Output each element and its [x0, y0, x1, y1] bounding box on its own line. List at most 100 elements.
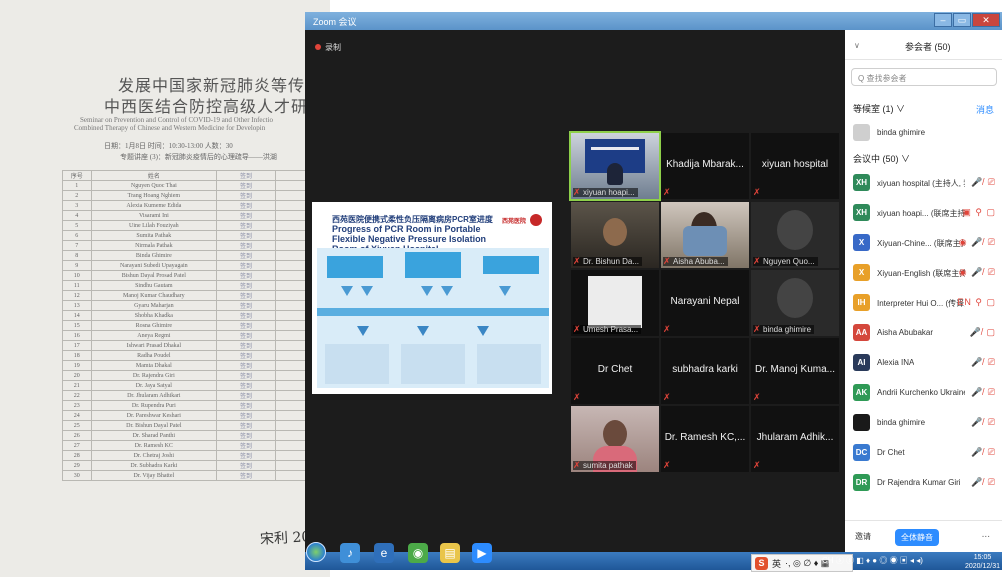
participant-status-icons[interactable]: 🎤̸ ⎚	[971, 417, 996, 428]
window-controls: – ▭ ✕	[934, 13, 1000, 27]
participant-tile[interactable]: subhadra karki ✗	[661, 338, 749, 404]
participant-row[interactable]: X Xiyuan-Chine... (联席主持人)◉ 🎤̸ ⎚	[845, 230, 1002, 256]
participant-tile[interactable]: Khadija Mbarak... ✗	[661, 133, 749, 199]
app-icon[interactable]: ♪	[340, 543, 360, 563]
attendance-name: Nirmala Pathak	[90, 240, 218, 251]
flow-arrow-icon	[441, 286, 453, 296]
attendance-row: 6 Sumita Pathak 签到	[62, 230, 330, 241]
attendance-name: Bishun Dayal Prosad Patel	[90, 270, 218, 281]
sheet-english-title-1: Seminar on Prevention and Control of COV…	[80, 116, 274, 124]
zoom-taskbar-icon[interactable]: ▶	[472, 543, 492, 563]
browser-icon[interactable]: ◉	[408, 543, 428, 563]
participant-status-icons[interactable]: 🎤̸ ⎚	[971, 177, 996, 188]
attendance-name: Dr. Sharad Panthi	[90, 430, 218, 441]
waiting-room-header[interactable]: 等候室 (1) ∨	[853, 102, 905, 115]
participant-row[interactable]: DC Dr Chet 🎤̸ ⎚	[845, 440, 1002, 466]
maximize-icon[interactable]: ▭	[953, 13, 971, 27]
participant-tile[interactable]: binda ghimire ✗	[751, 270, 839, 336]
participant-status-icons[interactable]: ◉ 🎤̸ ⎚	[959, 267, 996, 278]
taskbar-clock[interactable]: 15:05 2020/12/31	[963, 553, 1002, 571]
attendance-no: 16	[62, 330, 92, 341]
slide-logo-text: 西苑医院	[501, 219, 526, 225]
attendance-name: Shobha Khadka	[90, 310, 218, 321]
participant-status-icons[interactable]: 🎤̸ ⎚	[971, 387, 996, 398]
participant-tile[interactable]: Aisha Abuba... ✗	[661, 202, 749, 268]
participant-tile[interactable]: xiyuan hospital ✗	[751, 133, 839, 199]
close-icon[interactable]: ✕	[972, 13, 1000, 27]
invite-button[interactable]: 邀请	[855, 531, 871, 542]
attendance-sign: 签到	[216, 370, 276, 381]
participant-row[interactable]: IH Interpreter Hui O... (传译员)EN ⚲ ▢	[845, 290, 1002, 316]
in-meeting-header[interactable]: 会议中 (50) ∨	[853, 152, 910, 165]
participant-row[interactable]: AK Andrii Kurchenko Ukraine 🎤̸ ⎚	[845, 380, 1002, 406]
attendance-no: 20	[62, 370, 92, 381]
participant-tile[interactable]: Dr Chet ✗	[571, 338, 659, 404]
tile-name: xiyuan hospital	[761, 159, 829, 170]
attendance-row: 5 Uine Lilah Fouziyah 签到	[62, 220, 330, 231]
zoom-window: Zoom 会议 – ▭ ✕ 录制 西苑医院便携式柔性负压隔离病房PCR室进度 P…	[305, 12, 1002, 570]
participant-status-icons[interactable]: 🎤̸ ▢	[970, 327, 996, 338]
participant-search-input[interactable]: Q 查找参会者	[851, 68, 997, 86]
attendance-row: 2 Trang Hoang Nghiem 签到	[62, 190, 330, 201]
participant-tile[interactable]: Narayani Nepal ✗	[661, 270, 749, 336]
attendance-no: 8	[62, 250, 92, 261]
participant-row[interactable]: AA Aisha Abubakar 🎤̸ ▢	[845, 320, 1002, 346]
start-button[interactable]	[306, 542, 326, 562]
participant-tile[interactable]: Dr. Ramesh KC,... ✗	[661, 406, 749, 472]
participant-tile[interactable]: Nguyen Quo... ✗	[751, 202, 839, 268]
attendance-no: 14	[62, 310, 92, 321]
attendance-row: 9 Narayani Subedi Upayagain 签到	[62, 260, 330, 271]
flow-arrow-icon	[417, 326, 429, 336]
attendance-name: Visarami Ini	[90, 210, 218, 221]
participant-status-icons[interactable]: EN ⚲ ▢	[957, 297, 996, 308]
attendance-name: Narayani Subedi Upayagain	[90, 260, 218, 271]
attendance-no: 18	[62, 350, 92, 361]
attendance-name: Dr. Jaya Satyal	[90, 380, 218, 391]
participant-row[interactable]: XH xiyuan hoapi... (联席主持人)▣ ⚲ ▢	[845, 200, 1002, 226]
participant-tile[interactable]: Umesh Prasa... ✗	[571, 270, 659, 336]
participant-row[interactable]: XH xiyuan hospital (主持人, 我) 🎤̸ ⎚	[845, 170, 1002, 196]
avatar: X	[853, 234, 870, 251]
participant-status-icons[interactable]: 🎤̸ ⎚	[971, 357, 996, 368]
waiting-participant-row[interactable]: binda ghimire	[845, 120, 1002, 146]
attendance-sign: 签到	[216, 330, 276, 341]
participant-status-icons[interactable]: ▣ ⚲ ▢	[962, 207, 996, 218]
col-header-sign: 签到	[216, 170, 276, 181]
attendance-sign: 签到	[216, 280, 276, 291]
attendance-name: Dr. Pareshwar Keshari	[90, 410, 218, 421]
participant-status-icons[interactable]: 🎤̸ ⎚	[971, 477, 996, 488]
participant-name: Xiyuan-Chine... (联席主持人)	[877, 239, 965, 248]
message-button[interactable]: 消息	[976, 103, 994, 116]
participant-row[interactable]: binda ghimire 🎤̸ ⎚	[845, 410, 1002, 436]
attendance-sign: 签到	[216, 240, 276, 251]
minimize-icon[interactable]: –	[934, 13, 952, 27]
folder-icon[interactable]: ▤	[440, 543, 460, 563]
participant-tile[interactable]: Dr. Manoj Kuma... ✗	[751, 338, 839, 404]
participant-row[interactable]: DR Dr Rajendra Kumar Giri 🎤̸ ⎚	[845, 470, 1002, 496]
attendance-no: 5	[62, 220, 92, 231]
attendance-name: Dr. Chetraj Joshi	[90, 450, 218, 461]
attendance-no: 25	[62, 420, 92, 431]
attendance-no: 4	[62, 210, 92, 221]
ie-browser-icon[interactable]: e	[374, 543, 394, 563]
recording-indicator[interactable]: 录制	[315, 42, 341, 53]
mute-all-button[interactable]: 全体静音	[895, 529, 939, 546]
participant-row[interactable]: AI Alexia INA 🎤̸ ⎚	[845, 350, 1002, 376]
attendance-sign: 签到	[216, 400, 276, 411]
participant-status-icons[interactable]: 🎤̸ ⎚	[971, 447, 996, 458]
attendance-row: 19 Mamta Dhakal 签到	[62, 360, 330, 371]
window-titlebar[interactable]: Zoom 会议 – ▭ ✕	[305, 12, 1002, 30]
participant-status-icons[interactable]: ◉ 🎤̸ ⎚	[959, 237, 996, 248]
more-button[interactable]: ...	[982, 529, 990, 540]
participant-tile[interactable]: Jhularam Adhik... ✗	[751, 406, 839, 472]
participant-tile[interactable]: Dr. Bishun Da... ✗	[571, 202, 659, 268]
participant-tile[interactable]: sumita pathak ✗	[571, 406, 659, 472]
attendance-sign: 签到	[216, 460, 276, 471]
attendance-row: 29 Dr. Subhadra Karki 签到	[62, 460, 330, 471]
system-tray[interactable]: CH ⓢ ⓢ ◧ ♦ ● ◎ ◉ ▣ ◂ ◂)	[822, 555, 923, 566]
ime-mode[interactable]: 英	[772, 557, 781, 570]
participant-row[interactable]: X Xiyuan-English (联席主持人)◉ 🎤̸ ⎚	[845, 260, 1002, 286]
flow-arrow-icon	[477, 326, 489, 336]
participant-tile[interactable]: xiyuan hoapi... ✗	[569, 131, 661, 201]
collapse-chevron-icon[interactable]: ∨	[854, 41, 860, 50]
